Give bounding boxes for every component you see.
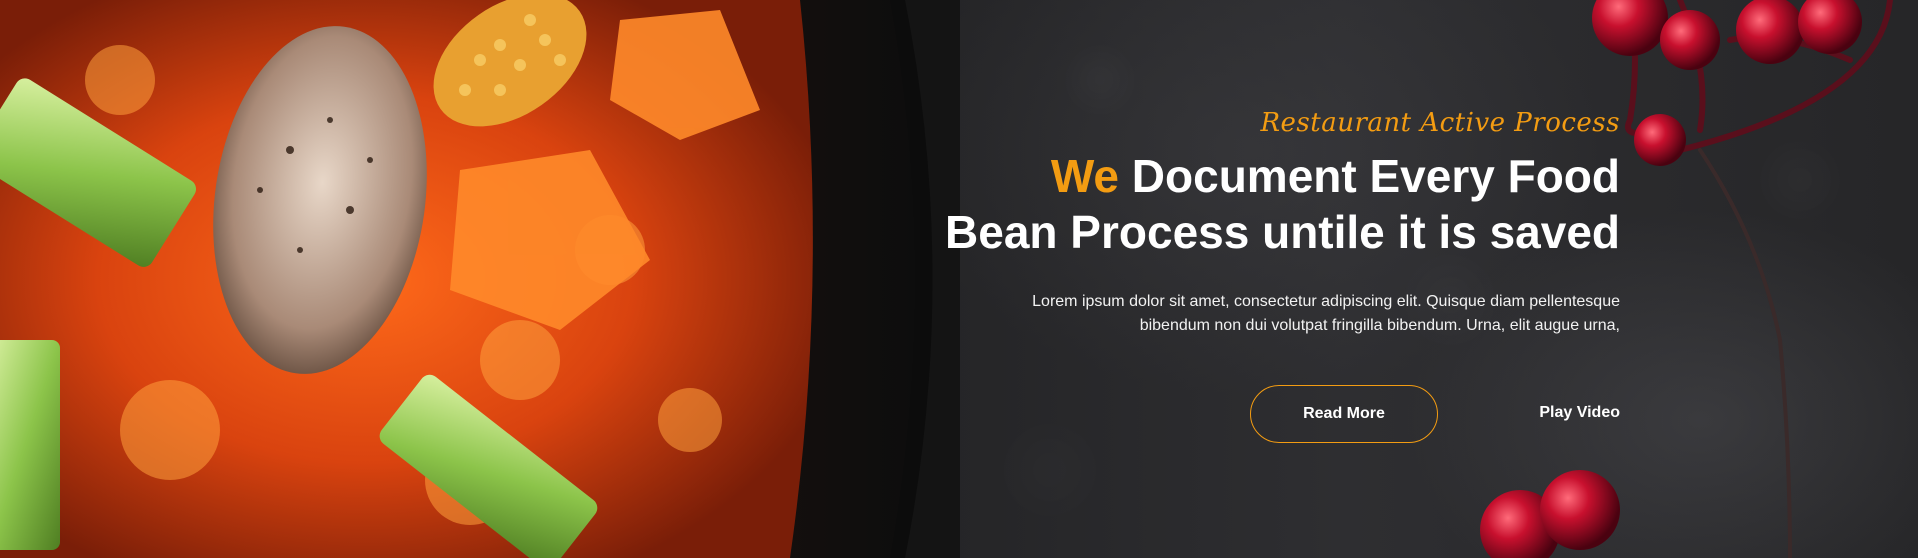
hero-actions: Read More Play Video bbox=[1250, 385, 1620, 445]
paragraph-line1: Lorem ipsum dolor sit amet, consectetur … bbox=[1032, 293, 1620, 310]
food-dish-image bbox=[0, 0, 960, 558]
paragraph-line2: bibendum non dui volutpat fringilla bibe… bbox=[1139, 317, 1620, 334]
headline-line1: Document Every Food bbox=[1131, 150, 1620, 202]
read-more-button[interactable]: Read More bbox=[1250, 385, 1438, 443]
headline-accent: We bbox=[1050, 150, 1120, 202]
play-video-link[interactable]: Play Video bbox=[1539, 404, 1620, 422]
hero-banner: Restaurant Active Process We Document Ev… bbox=[0, 0, 1918, 558]
hero-content: Restaurant Active Process We Document Ev… bbox=[860, 108, 1620, 338]
hero-tagline: Restaurant Active Process bbox=[1260, 108, 1620, 138]
hero-headline: We Document Every Food Bean Process unti… bbox=[860, 148, 1620, 260]
headline-line2: Bean Process untile it is saved bbox=[945, 206, 1620, 258]
hero-paragraph: Lorem ipsum dolor sit amet, consectetur … bbox=[860, 290, 1620, 338]
